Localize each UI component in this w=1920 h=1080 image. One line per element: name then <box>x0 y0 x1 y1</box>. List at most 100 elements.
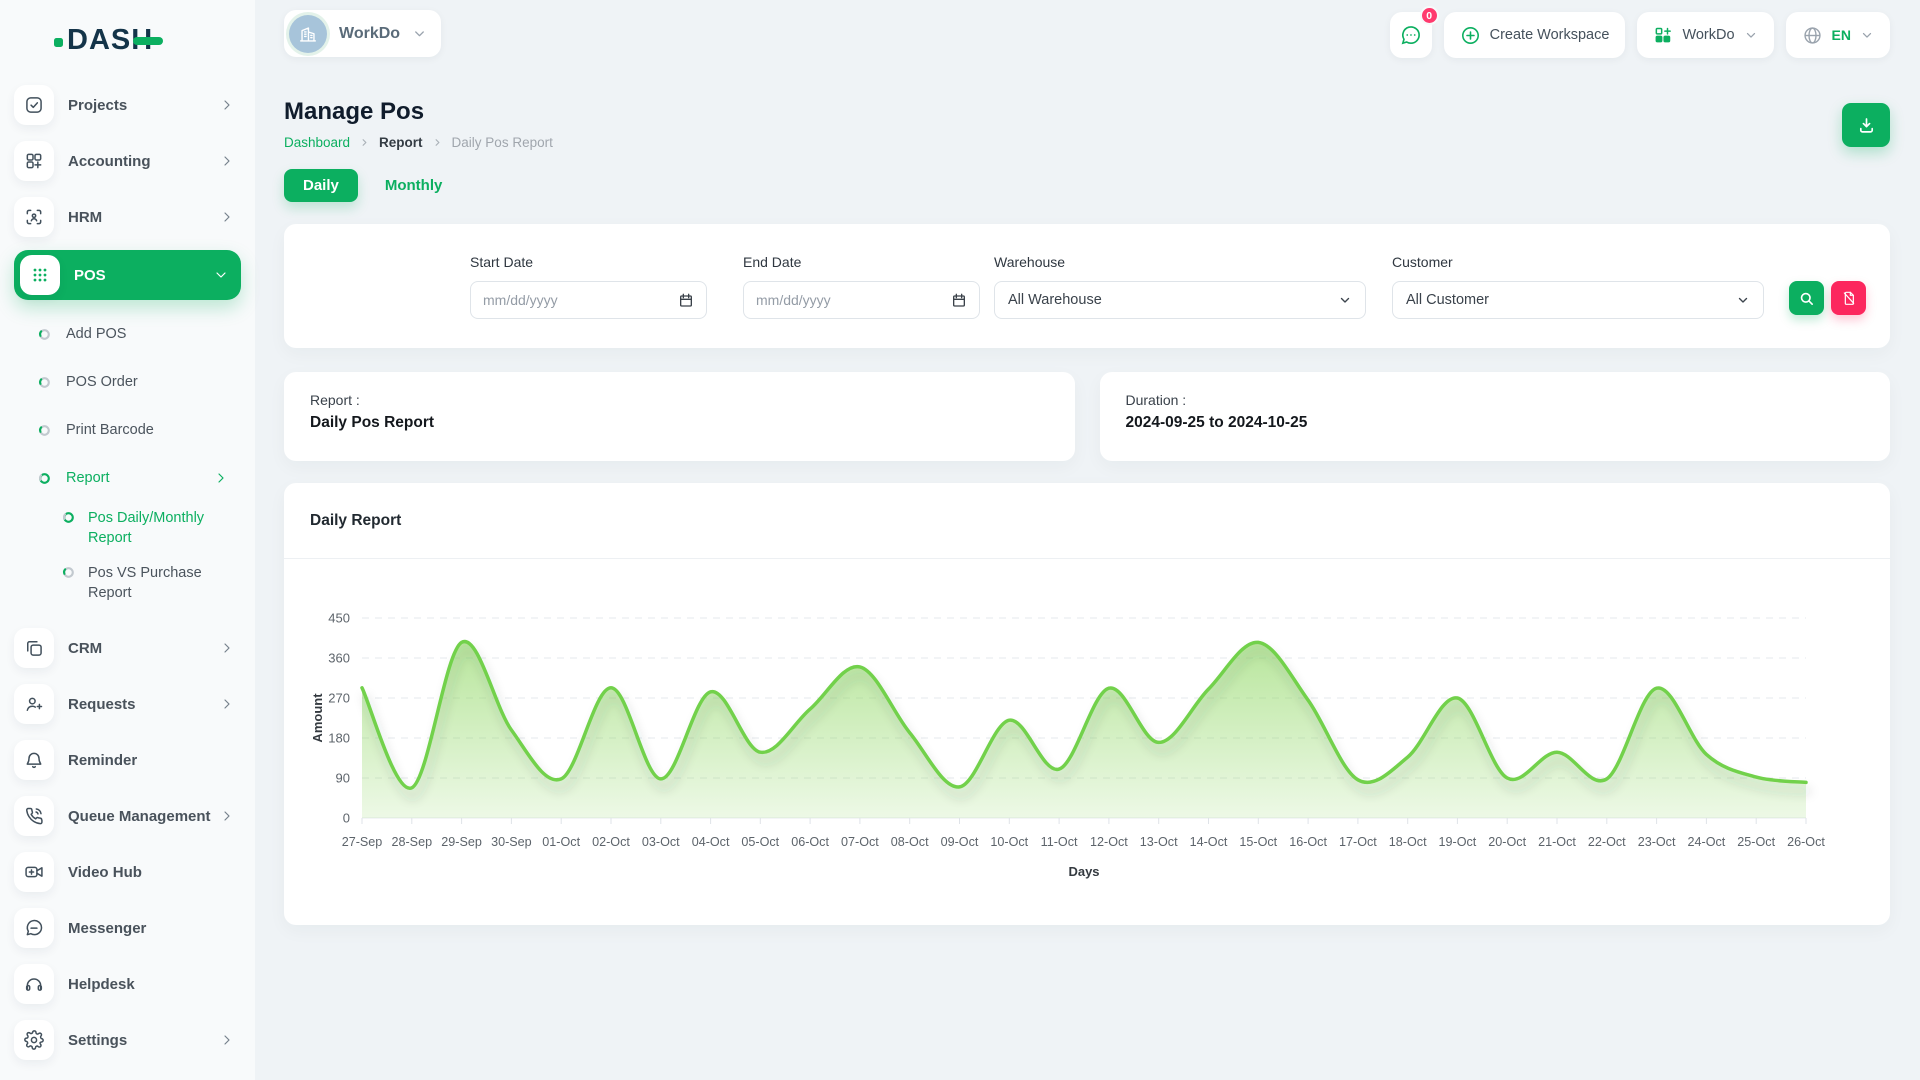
tab-daily[interactable]: Daily <box>284 169 358 202</box>
bullet-icon <box>38 472 51 485</box>
sidebar-item-crm[interactable]: CRM <box>14 625 241 671</box>
chevron-right-icon <box>219 696 235 712</box>
sidebar-subitem-add-pos[interactable]: Add POS <box>38 314 241 354</box>
chevron-down-icon <box>1860 28 1874 42</box>
export-download-button[interactable] <box>1842 103 1890 147</box>
apply-filter-button[interactable] <box>1789 281 1824 315</box>
tab-monthly[interactable]: Monthly <box>385 177 443 194</box>
sidebar-nav: Projects Accounting HRM POS Add POS POS Order… <box>14 82 241 1063</box>
svg-text:30-Sep: 30-Sep <box>491 835 532 849</box>
headphones-icon <box>14 964 54 1004</box>
sidebar-item-hrm[interactable]: HRM <box>14 194 241 240</box>
sidebar-subitem-print-barcode[interactable]: Print Barcode <box>38 410 241 450</box>
breadcrumb-daily-pos-report: Daily Pos Report <box>452 135 553 150</box>
svg-text:15-Oct: 15-Oct <box>1239 835 1277 849</box>
sidebar-item-accounting[interactable]: Accounting <box>14 138 241 184</box>
sidebar-item-label: Helpdesk <box>68 976 135 993</box>
language-selector[interactable]: EN <box>1786 12 1890 58</box>
svg-text:23-Oct: 23-Oct <box>1638 835 1676 849</box>
topbar: WorkDo 0 Create Workspace WorkDo <box>284 0 1890 70</box>
sidebar-item-reminder[interactable]: Reminder <box>14 737 241 783</box>
sidebar-item-video-hub[interactable]: Video Hub <box>14 849 241 895</box>
svg-text:27-Sep: 27-Sep <box>342 835 383 849</box>
customer-group: Customer All Customer <box>1392 254 1764 319</box>
svg-text:28-Sep: 28-Sep <box>391 835 432 849</box>
daily-report-chart: 09018027036045027-Sep28-Sep29-Sep30-Sep0… <box>284 559 1890 924</box>
sidebar-item-messenger[interactable]: Messenger <box>14 905 241 951</box>
end-date-label: End Date <box>743 254 980 271</box>
clear-filter-icon <box>1841 290 1857 306</box>
workspace-pill[interactable]: WorkDo <box>284 10 441 57</box>
report-summary-card: Report : Daily Pos Report <box>284 372 1075 461</box>
warehouse-select[interactable]: All Warehouse <box>994 281 1366 319</box>
svg-text:06-Oct: 06-Oct <box>791 835 829 849</box>
svg-text:180: 180 <box>328 731 350 746</box>
sidebar-item-projects[interactable]: Projects <box>14 82 241 128</box>
sidebar-item-label: Queue Management <box>68 808 211 825</box>
page-header: Manage Pos <box>284 98 1890 126</box>
sidebar-item-helpdesk[interactable]: Helpdesk <box>14 961 241 1007</box>
messages-button[interactable]: 0 <box>1390 12 1432 58</box>
end-date-input[interactable]: mm/dd/yyyy <box>743 281 980 319</box>
calendar-icon[interactable] <box>678 292 694 308</box>
workspace-avatar <box>289 15 327 53</box>
chat-icon <box>1399 24 1422 47</box>
breadcrumb-dashboard[interactable]: Dashboard <box>284 135 350 150</box>
gear-icon <box>14 1020 54 1060</box>
svg-text:12-Oct: 12-Oct <box>1090 835 1128 849</box>
breadcrumb: DashboardReportDaily Pos Report <box>284 135 1890 150</box>
customer-label: Customer <box>1392 254 1764 271</box>
sidebar-subitem-report[interactable]: Report <box>38 458 241 498</box>
sidebar: DASH Projects Accounting HRM POS Add POS POS … <box>0 0 255 1080</box>
page-title: Manage Pos <box>284 98 1890 126</box>
svg-text:07-Oct: 07-Oct <box>841 835 879 849</box>
sidebar-subitem-label: Add POS <box>66 326 126 342</box>
language-label: EN <box>1832 27 1851 43</box>
calendar-icon[interactable] <box>951 292 967 308</box>
svg-text:13-Oct: 13-Oct <box>1140 835 1178 849</box>
reset-filter-button[interactable] <box>1831 281 1866 315</box>
bullet-icon <box>38 328 51 341</box>
globe-icon <box>1802 25 1823 46</box>
sidebar-submenu-pos: Add POS POS Order Print Barcode Report Pos D… <box>14 310 241 625</box>
sidebar-item-settings[interactable]: Settings <box>14 1017 241 1063</box>
logo-dot-icon <box>54 38 63 47</box>
create-workspace-button[interactable]: Create Workspace <box>1444 12 1626 58</box>
brand-logo[interactable]: DASH <box>54 22 241 58</box>
building-icon <box>297 23 319 45</box>
svg-text:24-Oct: 24-Oct <box>1688 835 1726 849</box>
sidebar-submenu-report: Pos Daily/Monthly Report Pos VS Purchase … <box>38 506 241 603</box>
dots-grid-icon <box>20 255 60 295</box>
warehouse-label: Warehouse <box>994 254 1366 271</box>
summary-cards: Report : Daily Pos Report Duration : 202… <box>284 372 1890 461</box>
sidebar-subitem-pos-order[interactable]: POS Order <box>38 362 241 402</box>
chevron-down-icon <box>213 267 229 283</box>
video-icon <box>14 852 54 892</box>
warehouse-selected-value: All Warehouse <box>1008 292 1102 308</box>
svg-text:10-Oct: 10-Oct <box>990 835 1028 849</box>
sidebar-subitem-label: Report <box>66 470 110 486</box>
logo-bar-icon <box>133 37 163 45</box>
start-date-group: Start Date mm/dd/yyyy <box>470 254 707 319</box>
start-date-input[interactable]: mm/dd/yyyy <box>470 281 707 319</box>
topbar-actions: 0 Create Workspace WorkDo <box>1390 12 1890 58</box>
workspace-switcher[interactable]: WorkDo <box>1637 12 1773 58</box>
sidebar-subitem-pos-daily-monthly-report[interactable]: Pos Daily/Monthly Report <box>62 508 241 549</box>
sidebar-item-label: Settings <box>68 1032 127 1049</box>
end-date-placeholder: mm/dd/yyyy <box>756 292 831 308</box>
duration-summary-label: Duration : <box>1126 392 1865 408</box>
report-summary-value: Daily Pos Report <box>310 414 1049 432</box>
scan-user-icon <box>14 197 54 237</box>
sidebar-subitem-pos-vs-purchase-report[interactable]: Pos VS Purchase Report <box>62 563 241 604</box>
sidebar-item-requests[interactable]: Requests <box>14 681 241 727</box>
sidebar-item-pos[interactable]: POS <box>14 250 241 300</box>
customer-select[interactable]: All Customer <box>1392 281 1764 319</box>
svg-text:Amount: Amount <box>310 693 325 743</box>
sidebar-item-label: Accounting <box>68 153 151 170</box>
bullet-icon <box>38 376 51 389</box>
chart-header: Daily Report <box>284 483 1890 559</box>
chevron-down-icon <box>412 26 427 41</box>
sidebar-item-queue-management[interactable]: Queue Management <box>14 793 241 839</box>
message-icon <box>14 908 54 948</box>
sidebar-subitem-label: Pos VS Purchase Report <box>88 563 238 604</box>
